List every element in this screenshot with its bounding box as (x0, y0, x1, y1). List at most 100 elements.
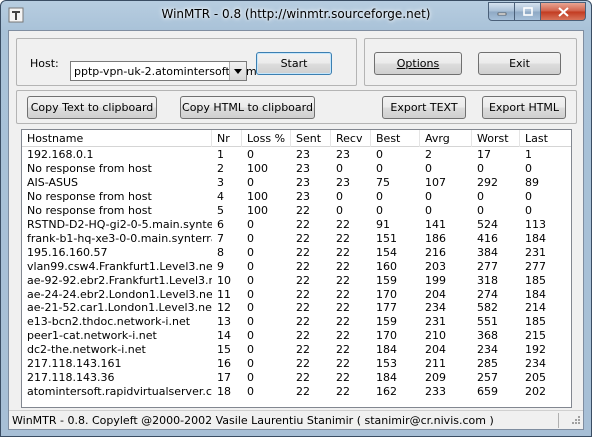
cell-avrg: 216 (425, 245, 446, 259)
cell-loss: 0 (247, 217, 254, 231)
chevron-down-icon (234, 68, 242, 74)
table-row[interactable]: 217.118.143.36 17 0 22 22 184 209 257 205 (22, 371, 571, 385)
table-row[interactable]: frank-b1-hq-xe3-0-0.main.synterra.ru 7 0 22… (22, 231, 571, 245)
column-header-best[interactable]: Best (371, 130, 420, 147)
cell-avrg: 141 (425, 217, 446, 231)
cell-best: 170 (376, 287, 397, 301)
cell-loss: 0 (247, 259, 254, 273)
cell-hostname: No response from host (27, 189, 152, 203)
cell-avrg: 234 (425, 301, 446, 315)
status-divider (558, 413, 559, 428)
cell-worst: 659 (477, 385, 498, 399)
cell-loss: 0 (247, 329, 254, 343)
table-row[interactable]: vlan99.csw4.Frankfurt1.Level3.net 9 0 22 22 1… (22, 259, 571, 273)
cell-last: 184 (525, 231, 546, 245)
cell-sent: 22 (296, 217, 310, 231)
table-row[interactable]: ae-21-52.car1.London1.Level3.net 12 0 22 22 1… (22, 301, 571, 315)
table-row[interactable]: AIS-ASUS 3 0 23 23 75 107 292 89 (22, 175, 571, 189)
results-list[interactable]: Hostname Nr Loss % Sent Recv Best Avrg W… (21, 129, 572, 408)
copy-html-button[interactable]: Copy HTML to clipboard (180, 96, 315, 119)
cell-avrg: 233 (425, 385, 446, 399)
cell-hostname: ae-21-52.car1.London1.Level3.net (27, 301, 212, 315)
cell-loss: 0 (247, 371, 254, 385)
list-header: Hostname Nr Loss % Sent Recv Best Avrg W… (22, 130, 571, 147)
cell-best: 0 (376, 161, 383, 175)
cell-worst: 277 (477, 259, 498, 273)
title-bar[interactable]: WinMTR - 0.8 (http://winmtr.sourceforge.… (1, 1, 591, 29)
maximize-button[interactable] (515, 2, 541, 21)
cell-avrg: 210 (425, 329, 446, 343)
table-row[interactable]: No response from host 5 100 22 0 0 0 0 0 (22, 203, 571, 217)
cell-best: 159 (376, 315, 397, 329)
host-combobox[interactable]: pptp-vpn-uk-2.atomintersoft.com (70, 61, 257, 81)
table-row[interactable]: No response from host 2 100 23 0 0 0 0 0 (22, 161, 571, 175)
table-row[interactable]: dc2-the.network-i.net 15 0 22 22 184 204 234 192 (22, 343, 571, 356)
copy-text-button[interactable]: Copy Text to clipboard (27, 96, 157, 119)
cell-sent: 23 (296, 161, 310, 175)
close-button[interactable] (541, 2, 586, 21)
exit-button[interactable]: Exit (478, 52, 561, 75)
column-header-recv[interactable]: Recv (331, 130, 371, 147)
cell-loss: 100 (247, 203, 268, 217)
table-row[interactable]: RSTND-D2-HQ-gi2-0-5.main.synterra... 6 0 22… (22, 217, 571, 231)
cell-loss: 0 (247, 148, 254, 161)
cell-best: 0 (376, 203, 383, 217)
host-group: Host: pptp-vpn-uk-2.atomintersoft.com St… (16, 38, 357, 86)
cell-nr: 11 (217, 287, 231, 301)
table-row[interactable]: e13-bcn2.thdoc.network-i.net 13 0 22 22 159 23… (22, 315, 571, 329)
cell-nr: 9 (217, 259, 224, 273)
column-header-avrg[interactable]: Avrg (420, 130, 472, 147)
cell-worst: 318 (477, 273, 498, 287)
cell-avrg: 0 (425, 161, 432, 175)
cell-recv: 22 (336, 259, 350, 273)
table-row[interactable]: 192.168.0.1 1 0 23 23 0 2 17 1 (22, 148, 571, 161)
cell-avrg: 0 (425, 203, 432, 217)
cell-worst: 292 (477, 175, 498, 189)
dropdown-button[interactable] (229, 62, 246, 80)
cell-best: 0 (376, 148, 383, 161)
table-row[interactable]: ae-24-24.ebr2.London1.Level3.net 11 0 22 22 1… (22, 287, 571, 301)
cell-nr: 2 (217, 161, 224, 175)
table-row[interactable]: No response from host 4 100 23 0 0 0 0 0 (22, 189, 571, 203)
resize-grip-icon[interactable] (570, 416, 581, 427)
cell-nr: 16 (217, 357, 231, 371)
table-row[interactable]: 195.16.160.57 8 0 22 22 154 216 384 231 (22, 245, 571, 259)
cell-best: 184 (376, 371, 397, 385)
cell-sent: 22 (296, 385, 310, 399)
cell-avrg: 209 (425, 371, 446, 385)
cell-avrg: 186 (425, 231, 446, 245)
status-text: WinMTR - 0.8. Copyleft @2000-2002 Vasile… (12, 414, 494, 427)
start-button[interactable]: Start (256, 52, 332, 75)
host-label: Host: (30, 57, 59, 70)
export-text-button[interactable]: Export TEXT (382, 96, 466, 119)
cell-sent: 22 (296, 301, 310, 315)
column-header-hostname[interactable]: Hostname (22, 130, 212, 147)
table-row[interactable]: atomintersoft.rapidvirtualserver.co.uk 18… (22, 385, 571, 399)
cell-recv: 22 (336, 301, 350, 315)
export-html-button[interactable]: Export HTML (482, 96, 566, 119)
cell-sent: 23 (296, 148, 310, 161)
column-header-sent[interactable]: Sent (291, 130, 331, 147)
cell-worst: 582 (477, 301, 498, 315)
cell-last: 0 (525, 161, 532, 175)
cell-last: 1 (525, 148, 532, 161)
cell-worst: 416 (477, 231, 498, 245)
cell-hostname: e13-bcn2.thdoc.network-i.net (27, 315, 191, 329)
cell-avrg: 203 (425, 259, 446, 273)
options-button[interactable]: Options (374, 52, 462, 75)
column-header-worst[interactable]: Worst (472, 130, 520, 147)
minimize-button[interactable] (488, 2, 515, 21)
table-row[interactable]: 217.118.143.161 16 0 22 22 153 211 285 234 (22, 357, 571, 371)
cell-nr: 3 (217, 175, 224, 189)
cell-hostname: frank-b1-hq-xe3-0-0.main.synterra.ru (27, 231, 212, 245)
cell-nr: 1 (217, 148, 224, 161)
cell-avrg: 231 (425, 315, 446, 329)
cell-nr: 8 (217, 245, 224, 259)
cell-sent: 22 (296, 259, 310, 273)
column-header-nr[interactable]: Nr (212, 130, 242, 147)
table-row[interactable]: peer1-cat.network-i.net 14 0 22 22 170 210 368 2… (22, 329, 571, 343)
table-row[interactable]: ae-92-92.ebr2.Frankfurt1.Level3.net 10 0 22… (22, 273, 571, 287)
column-header-last[interactable]: Last (520, 130, 571, 147)
cell-best: 170 (376, 329, 397, 343)
column-header-loss[interactable]: Loss % (242, 130, 291, 147)
